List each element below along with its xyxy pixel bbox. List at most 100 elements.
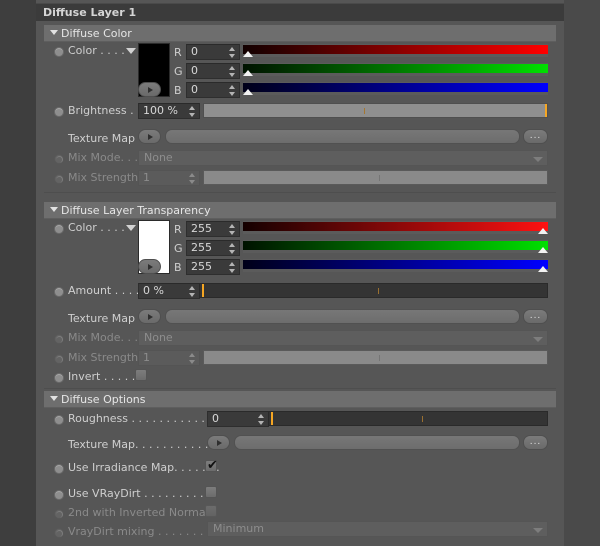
texture-map-browse-button-3[interactable]: ...	[523, 435, 548, 450]
spinner-icon-brightness[interactable]	[189, 106, 196, 117]
t-channel-slider-handle-b[interactable]	[538, 266, 548, 272]
brightness-slider[interactable]	[203, 103, 548, 118]
spinner-icon-amount[interactable]	[189, 286, 196, 297]
t-channel-gradient-r	[243, 222, 548, 231]
transparency-color-dropdown-icon[interactable]	[126, 225, 136, 231]
group-header-label-3: Diffuse Options	[61, 393, 146, 406]
collapse-triangle-icon	[50, 30, 58, 35]
mix-strength-input-2[interactable]: 1	[138, 350, 200, 366]
amount-animation-bullet[interactable]	[54, 287, 64, 297]
group-header-diffuse-options[interactable]: Diffuse Options	[44, 391, 556, 408]
color-animation-bullet[interactable]	[54, 47, 64, 57]
channel-label-r: R	[174, 46, 182, 59]
invert-checkbox[interactable]	[135, 369, 147, 381]
roughness-input[interactable]: 0	[207, 411, 269, 427]
mix-strength-slider-2[interactable]	[203, 350, 548, 365]
color-dropdown-icon[interactable]	[126, 48, 136, 54]
brightness-input[interactable]: 100 %	[138, 103, 200, 119]
texture-map-field-3[interactable]	[234, 435, 520, 450]
mix-mode-label-2: Mix Mode. . .	[68, 331, 139, 344]
mix-mode-animation-bullet-1[interactable]	[54, 154, 64, 164]
mix-strength-slider-1[interactable]	[203, 170, 548, 185]
vraydirt-mixing-animation-bullet[interactable]	[54, 528, 64, 538]
mix-mode-select-2[interactable]: None	[138, 330, 548, 346]
irradiance-animation-bullet[interactable]	[54, 464, 64, 474]
mix-strength-animation-bullet-2[interactable]	[54, 354, 64, 364]
mix-strength-input-1[interactable]: 1	[138, 170, 200, 186]
t-channel-value-r: 255	[191, 222, 212, 235]
brightness-slider-cursor[interactable]	[545, 104, 547, 117]
t-channel-label-r: R	[174, 223, 182, 236]
chevron-down-icon-3	[533, 528, 543, 533]
vraydirt-mixing-value: Minimum	[213, 522, 264, 535]
mix-strength-animation-bullet-1[interactable]	[54, 174, 64, 184]
channel-slider-handle-b[interactable]	[243, 89, 253, 95]
texture-map-expand-button-1[interactable]	[138, 129, 161, 144]
brightness-animation-bullet[interactable]	[54, 107, 64, 117]
irradiance-checkbox[interactable]: ✔	[205, 459, 218, 472]
t-channel-label-g: G	[174, 242, 183, 255]
transparency-color-expand-button[interactable]	[138, 259, 161, 274]
t-channel-input-b[interactable]: 255	[186, 259, 240, 275]
vraydirt-mixing-select[interactable]: Minimum	[207, 521, 548, 537]
brightness-value: 100 %	[143, 104, 178, 117]
spinner-icon-r[interactable]	[229, 47, 236, 58]
mix-mode-label-1: Mix Mode. . .	[68, 151, 139, 164]
group-header-diffuse-color[interactable]: Diffuse Color	[44, 25, 556, 42]
texture-map-field-1[interactable]	[165, 129, 520, 144]
channel-input-b[interactable]: 0	[186, 82, 240, 98]
t-channel-input-r[interactable]: 255	[186, 221, 240, 237]
texture-map-field-2[interactable]	[165, 309, 520, 324]
spinner-icon-mix-strength-1[interactable]	[189, 173, 196, 184]
window-title: Diffuse Layer 1	[36, 3, 564, 21]
roughness-slider-cursor[interactable]	[271, 412, 273, 425]
channel-slider-handle-g[interactable]	[243, 70, 253, 76]
spinner-icon-mix-strength-2[interactable]	[189, 353, 196, 364]
amount-slider-cursor[interactable]	[202, 284, 204, 297]
spinner-icon-roughness[interactable]	[258, 414, 265, 425]
roughness-label: Roughness . . . . . . . . . . .	[68, 412, 205, 425]
spinner-icon-g[interactable]	[229, 66, 236, 77]
group-header-diffuse-transparency[interactable]: Diffuse Layer Transparency	[44, 202, 556, 219]
t-channel-value-g: 255	[191, 241, 212, 254]
group-header-label-2: Diffuse Layer Transparency	[61, 204, 211, 217]
transparency-color-animation-bullet[interactable]	[54, 224, 64, 234]
channel-slider-handle-r[interactable]	[243, 51, 253, 57]
mix-mode-value-1: None	[144, 151, 173, 164]
invert-animation-bullet[interactable]	[54, 373, 64, 383]
spinner-icon-b[interactable]	[229, 85, 236, 96]
channel-value-b: 0	[191, 83, 198, 96]
color-expand-button[interactable]	[138, 82, 161, 97]
mix-strength-value-1: 1	[143, 171, 150, 184]
amount-label: Amount . . . .	[68, 284, 140, 297]
t-channel-slider-handle-r[interactable]	[538, 228, 548, 234]
mix-mode-animation-bullet-2[interactable]	[54, 334, 64, 344]
texture-map-expand-button-2[interactable]	[138, 309, 161, 324]
texture-map-browse-button-2[interactable]: ...	[523, 309, 548, 324]
vraydirt-checkbox[interactable]	[205, 486, 217, 498]
left-gutter	[0, 0, 36, 546]
texture-map-label-3: Texture Map. . . . . . . . . . .	[68, 438, 209, 451]
channel-input-r[interactable]: 0	[186, 44, 240, 60]
amount-slider[interactable]	[199, 283, 548, 298]
vraydirt-animation-bullet[interactable]	[54, 490, 64, 500]
inverted-normals-checkbox[interactable]	[205, 505, 217, 517]
transparency-color-label: Color . . . .	[68, 221, 125, 234]
mix-strength-slider-tick-2	[379, 355, 380, 361]
t-channel-input-g[interactable]: 255	[186, 240, 240, 256]
roughness-slider[interactable]	[268, 411, 548, 426]
roughness-value: 0	[212, 412, 219, 425]
spinner-icon-t-b[interactable]	[229, 262, 236, 273]
mix-mode-select-1[interactable]: None	[138, 150, 548, 166]
mix-strength-label-1: Mix Strength	[68, 171, 139, 184]
t-channel-slider-handle-g[interactable]	[538, 247, 548, 253]
mix-strength-slider-tick-1	[379, 175, 380, 181]
amount-input[interactable]: 0 %	[138, 283, 200, 299]
spinner-icon-t-g[interactable]	[229, 243, 236, 254]
texture-map-expand-button-3[interactable]	[207, 435, 230, 450]
inverted-normals-animation-bullet[interactable]	[54, 509, 64, 519]
roughness-animation-bullet[interactable]	[54, 415, 64, 425]
texture-map-browse-button-1[interactable]: ...	[523, 129, 548, 144]
spinner-icon-t-r[interactable]	[229, 224, 236, 235]
channel-input-g[interactable]: 0	[186, 63, 240, 79]
